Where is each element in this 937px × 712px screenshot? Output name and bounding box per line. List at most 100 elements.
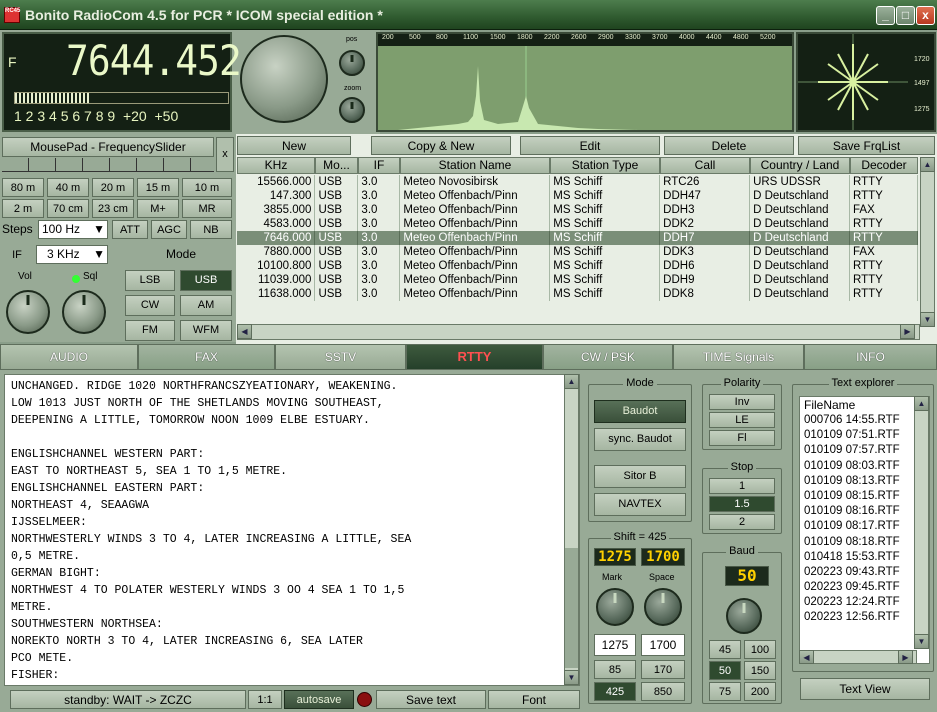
scroll-left-icon[interactable]: ◀	[799, 650, 814, 664]
scroll-left-icon[interactable]: ◀	[237, 324, 252, 339]
column-station-name[interactable]: Station Name	[400, 157, 550, 174]
file-item[interactable]: 010418 15:53.RTF	[802, 550, 929, 565]
shift-425-button[interactable]: 425	[594, 682, 636, 701]
baud-75-button[interactable]: 75	[709, 682, 741, 701]
shift-85-button[interactable]: 85	[594, 660, 636, 679]
table-row[interactable]: 11638.000 USB 3.0 Meteo Offenbach/Pinn MS Sc…	[237, 287, 918, 301]
file-item[interactable]: 010109 08:17.RTF	[802, 519, 929, 534]
baud-45-button[interactable]: 45	[709, 640, 741, 659]
squelch-knob[interactable]	[62, 290, 106, 334]
slider-close-button[interactable]: x	[216, 137, 234, 172]
maximize-button[interactable]: □	[896, 6, 915, 25]
band-70cm-button[interactable]: 70 cm	[47, 199, 89, 218]
band-40m-button[interactable]: 40 m	[47, 178, 89, 197]
if-select[interactable]: 3 KHz ▼	[36, 245, 108, 264]
file-item[interactable]: 000706 14:55.RTF	[802, 413, 929, 428]
stop-1-button[interactable]: 1	[709, 478, 775, 494]
band-23cm-button[interactable]: 23 cm	[92, 199, 134, 218]
polarity-inv-button[interactable]: Inv	[709, 394, 775, 410]
baud-100-button[interactable]: 100	[744, 640, 776, 659]
text-scroll-thumb[interactable]	[565, 548, 578, 668]
scroll-down-icon[interactable]: ▼	[564, 670, 579, 685]
save-frqlist-button[interactable]: Save FrqList	[798, 136, 935, 155]
mode-wfm-button[interactable]: WFM	[180, 320, 232, 341]
file-list-header[interactable]: FileName	[800, 397, 929, 413]
table-row[interactable]: 15566.000 USB 3.0 Meteo Novosibirsk MS Schif…	[237, 175, 918, 189]
steps-select[interactable]: 100 Hz ▼	[38, 220, 108, 239]
mode-am-button[interactable]: AM	[180, 295, 232, 316]
copy-new-button[interactable]: Copy & New	[371, 136, 511, 155]
polarity-fl-button[interactable]: Fl	[709, 430, 775, 446]
shift-170-button[interactable]: 170	[641, 660, 685, 679]
navtex-button[interactable]: NAVTEX	[594, 493, 686, 516]
table-row[interactable]: 3855.000 USB 3.0 Meteo Offenbach/Pinn MS Sch…	[237, 203, 918, 217]
column-station-type[interactable]: Station Type	[550, 157, 660, 174]
memory-add-button[interactable]: M+	[137, 199, 179, 218]
scroll-down-icon[interactable]: ▼	[920, 312, 935, 327]
space-knob[interactable]	[644, 588, 682, 626]
volume-knob[interactable]	[6, 290, 50, 334]
record-icon[interactable]	[357, 692, 372, 707]
baud-knob[interactable]	[726, 598, 762, 634]
tab-sstv[interactable]: SSTV	[275, 344, 406, 370]
new-button[interactable]: New	[237, 136, 351, 155]
file-item[interactable]: 010109 07:51.RTF	[802, 428, 929, 443]
tab-rtty[interactable]: RTTY	[406, 344, 543, 370]
agc-button[interactable]: AGC	[151, 220, 187, 239]
memory-recall-button[interactable]: MR	[182, 199, 232, 218]
table-row[interactable]: 4583.000 USB 3.0 Meteo Offenbach/Pinn MS Sch…	[237, 217, 918, 231]
tab-time-signals[interactable]: TIME Signals	[673, 344, 804, 370]
scroll-up-icon[interactable]: ▲	[564, 374, 579, 389]
table-row[interactable]: 10100.800 USB 3.0 Meteo Offenbach/Pinn MS Sc…	[237, 259, 918, 273]
column-country[interactable]: Country / Land	[750, 157, 850, 174]
save-text-button[interactable]: Save text	[376, 690, 486, 709]
table-row[interactable]: 11039.000 USB 3.0 Meteo Offenbach/Pinn MS Sc…	[237, 273, 918, 287]
table-row[interactable]: 7880.000 USB 3.0 Meteo Offenbach/Pinn MS Sch…	[237, 245, 918, 259]
column-if[interactable]: IF	[358, 157, 400, 174]
file-item[interactable]: 010109 08:18.RTF	[802, 535, 929, 550]
scroll-right-icon[interactable]: ▶	[900, 324, 915, 339]
file-item[interactable]: 020223 12:24.RTF	[802, 595, 929, 610]
space-input[interactable]: 1700	[641, 634, 685, 656]
table-row[interactable]: 7646.000 USB 3.0 Meteo Offenbach/Pinn MS Sch…	[237, 231, 918, 245]
shift-850-button[interactable]: 850	[641, 682, 685, 701]
rtty-text-area[interactable]: UNCHANGED. RIDGE 1020 NORTHFRANCSZYEATIO…	[4, 374, 580, 686]
mode-usb-button[interactable]: USB	[180, 270, 232, 291]
tab-audio[interactable]: AUDIO	[0, 344, 138, 370]
sitor-b-button[interactable]: Sitor B	[594, 465, 686, 488]
column-khz[interactable]: KHz	[237, 157, 315, 174]
mark-knob[interactable]	[596, 588, 634, 626]
tab-fax[interactable]: FAX	[138, 344, 275, 370]
edit-button[interactable]: Edit	[520, 136, 660, 155]
stop-2-button[interactable]: 2	[709, 514, 775, 530]
sync-baudot-button[interactable]: sync. Baudot	[594, 428, 686, 451]
table-horizontal-scrollbar[interactable]	[237, 324, 920, 340]
polarity-le-button[interactable]: LE	[709, 412, 775, 428]
file-item[interactable]: 010109 08:16.RTF	[802, 504, 929, 519]
file-item[interactable]: 010109 08:15.RTF	[802, 489, 929, 504]
file-item[interactable]: 010109 08:13.RTF	[802, 474, 929, 489]
frequency-slider-label[interactable]: MousePad - FrequencySlider	[2, 137, 214, 157]
file-item[interactable]: 010109 08:03.RTF	[802, 459, 929, 474]
stop-1-5-button[interactable]: 1.5	[709, 496, 775, 512]
column-call[interactable]: Call	[660, 157, 750, 174]
band-15m-button[interactable]: 15 m	[137, 178, 179, 197]
band-10m-button[interactable]: 10 m	[182, 178, 232, 197]
text-view-button[interactable]: Text View	[800, 678, 930, 700]
baudot-button[interactable]: Baudot	[594, 400, 686, 423]
tuning-knob[interactable]	[240, 35, 328, 123]
nb-button[interactable]: NB	[190, 220, 232, 239]
file-item[interactable]: 010109 07:57.RTF	[802, 443, 929, 458]
scroll-down-icon[interactable]: ▼	[914, 634, 929, 649]
tab-cw-psk[interactable]: CW / PSK	[543, 344, 673, 370]
band-2m-button[interactable]: 2 m	[2, 199, 44, 218]
mark-input[interactable]: 1275	[594, 634, 636, 656]
file-item[interactable]: 020223 09:43.RTF	[802, 565, 929, 580]
delete-button[interactable]: Delete	[664, 136, 794, 155]
baud-50-button[interactable]: 50	[709, 661, 741, 680]
file-item[interactable]: 020223 12:56.RTF	[802, 610, 929, 625]
close-button[interactable]: x	[916, 6, 935, 25]
band-20m-button[interactable]: 20 m	[92, 178, 134, 197]
autosave-toggle[interactable]: autosave	[284, 690, 354, 709]
scroll-up-icon[interactable]: ▲	[914, 396, 929, 411]
